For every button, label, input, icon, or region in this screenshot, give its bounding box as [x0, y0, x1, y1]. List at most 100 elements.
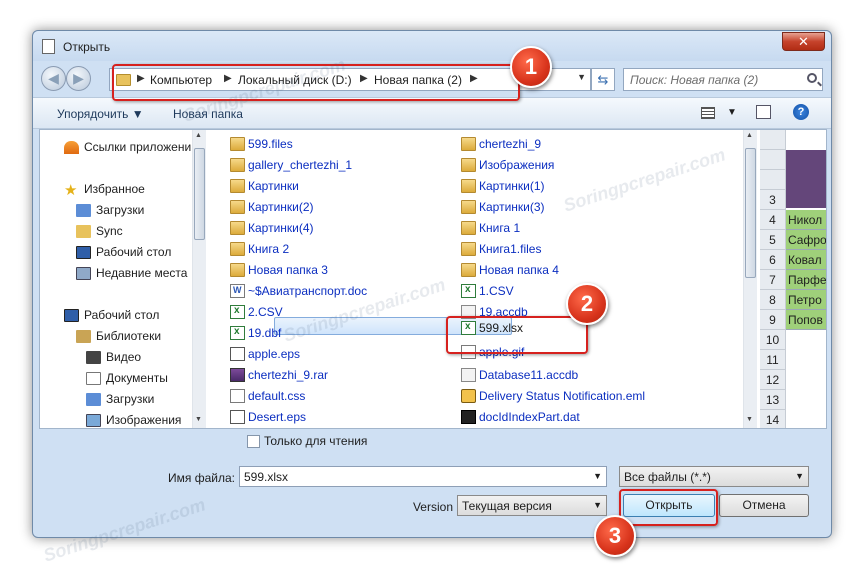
row-header: 7 — [760, 270, 786, 290]
folder-icon — [230, 179, 245, 193]
nav-item-label: Библиотеки — [96, 329, 162, 343]
folder-icon — [461, 221, 476, 235]
nav-scrollbar[interactable]: ▲ ▼ — [192, 130, 206, 428]
folder-icon — [230, 263, 245, 277]
scroll-up-icon[interactable]: ▲ — [195, 132, 202, 139]
css-file-icon — [230, 389, 245, 403]
chevron-down-icon[interactable]: ▼ — [795, 471, 804, 481]
folder-icon — [461, 179, 476, 193]
readonly-checkbox[interactable] — [247, 435, 260, 448]
file-name: default.css — [248, 389, 306, 403]
file-name: 2.CSV — [248, 305, 283, 319]
version-value: Текущая версия — [462, 499, 552, 513]
organize-label: Упорядочить — [57, 107, 129, 121]
scrollbar-thumb[interactable] — [745, 148, 756, 278]
folder-icon — [461, 242, 476, 256]
search-icon[interactable] — [807, 73, 817, 83]
chevron-down-icon[interactable]: ▼ — [593, 500, 602, 510]
filetype-select[interactable]: Все файлы (*.*) ▼ — [619, 466, 809, 487]
spreadsheet-header-fill — [786, 150, 826, 208]
nav-item-label: Рабочий стол — [84, 308, 160, 322]
view-options-icon[interactable] — [701, 107, 715, 119]
email-file-icon — [461, 389, 476, 403]
row-header: 13 — [760, 390, 786, 410]
file-name: chertezhi_9 — [479, 137, 542, 151]
organize-button[interactable]: Упорядочить ▼ — [57, 107, 144, 121]
word-doc-icon — [230, 284, 245, 298]
nav-item-label: Видео — [106, 350, 142, 364]
filename-field[interactable]: 599.xlsx ▼ — [239, 466, 607, 487]
highlight-address-bar — [112, 64, 520, 101]
nav-item-label: Загрузки — [96, 203, 145, 217]
row-header: 11 — [760, 350, 786, 370]
vlc-cone-icon — [64, 141, 79, 154]
file-name: Desert.eps — [248, 410, 307, 424]
star-icon: ★ — [64, 182, 78, 199]
file-name: Книга 2 — [248, 242, 290, 256]
help-icon[interactable]: ? — [793, 104, 809, 120]
file-name: 19.dbf — [248, 326, 282, 340]
folder-icon — [461, 200, 476, 214]
scroll-down-icon[interactable]: ▼ — [195, 416, 202, 423]
nav-item-label: Документы — [106, 371, 168, 385]
navigation-pane: Ссылки приложени ★ Избранное Загрузки Sy… — [40, 130, 206, 428]
search-input[interactable]: Поиск: Новая папка (2) — [630, 73, 758, 87]
step-badge-2: 2 — [566, 283, 608, 325]
filetype-value: Все файлы (*.*) — [624, 470, 711, 484]
refresh-icon[interactable]: ⇆ — [591, 68, 615, 91]
folder-icon — [230, 200, 245, 214]
highlight-open-button — [619, 489, 718, 526]
spreadsheet-cell: Никол — [786, 210, 826, 230]
row-header: 9 — [760, 310, 786, 330]
row-header: 3 — [760, 190, 786, 210]
chevron-down-icon[interactable]: ▼ — [593, 471, 602, 481]
open-dialog: Открыть ✕ ◀ ▶ ▶ Компьютер ▶ Локальный ди… — [32, 30, 832, 538]
readonly-label: Только для чтения — [264, 434, 368, 448]
file-name: ~$Авиатранспорт.doc — [248, 284, 368, 298]
document-icon — [42, 39, 55, 54]
file-list-scrollbar[interactable]: ▲ ▼ — [743, 130, 757, 428]
version-select[interactable]: Текущая версия ▼ — [457, 495, 607, 516]
back-button[interactable]: ◀ — [41, 66, 66, 91]
nav-item-label: Рабочий стол — [96, 245, 172, 259]
step-badge-3: 3 — [594, 515, 636, 557]
file-name: docIdIndexPart.dat — [479, 410, 580, 424]
folder-icon — [230, 221, 245, 235]
cancel-button[interactable]: Отмена — [719, 494, 809, 517]
file-name: Книга 1 — [479, 221, 521, 235]
preview-pane-icon[interactable] — [756, 105, 771, 119]
background-spreadsheet: 3 4 5 6 7 8 9 10 11 12 13 14 Никол Сафро… — [760, 130, 826, 428]
search-box[interactable]: Поиск: Новая папка (2) — [623, 68, 823, 91]
view-dropdown-icon[interactable]: ▼ — [727, 107, 737, 118]
excel-file-icon — [230, 305, 245, 319]
downloads-folder-icon — [86, 393, 101, 406]
file-name: gallery_chertezhi_1 — [248, 158, 353, 172]
folder-icon — [461, 137, 476, 151]
address-dropdown-icon[interactable]: ▼ — [577, 72, 586, 82]
scrollbar-thumb[interactable] — [194, 148, 205, 240]
filename-label: Имя файла: — [168, 471, 235, 485]
downloads-folder-icon — [76, 204, 91, 217]
folder-icon — [461, 158, 476, 172]
close-button[interactable]: ✕ — [782, 32, 825, 51]
scroll-down-icon[interactable]: ▼ — [746, 416, 753, 423]
nav-item-label: Изображения — [106, 413, 182, 427]
row-header: 10 — [760, 330, 786, 350]
row-header: 6 — [760, 250, 786, 270]
nav-item-label: Sync — [96, 224, 123, 238]
spreadsheet-corner — [760, 130, 786, 150]
filename-input[interactable]: 599.xlsx — [244, 470, 288, 484]
scroll-up-icon[interactable]: ▲ — [746, 132, 753, 139]
new-folder-button[interactable]: Новая папка — [173, 107, 243, 121]
video-icon — [86, 351, 101, 364]
file-name: Database11.accdb — [479, 368, 579, 382]
desktop-icon — [64, 309, 79, 322]
rar-archive-icon — [230, 368, 245, 382]
file-name: Книга1.files — [479, 242, 542, 256]
forward-button[interactable]: ▶ — [66, 66, 91, 91]
highlight-selected-file — [446, 316, 588, 354]
file-name: Картинки(1) — [479, 179, 545, 193]
folder-icon — [230, 137, 245, 151]
row-header: 12 — [760, 370, 786, 390]
row-header: 14 — [760, 410, 786, 428]
